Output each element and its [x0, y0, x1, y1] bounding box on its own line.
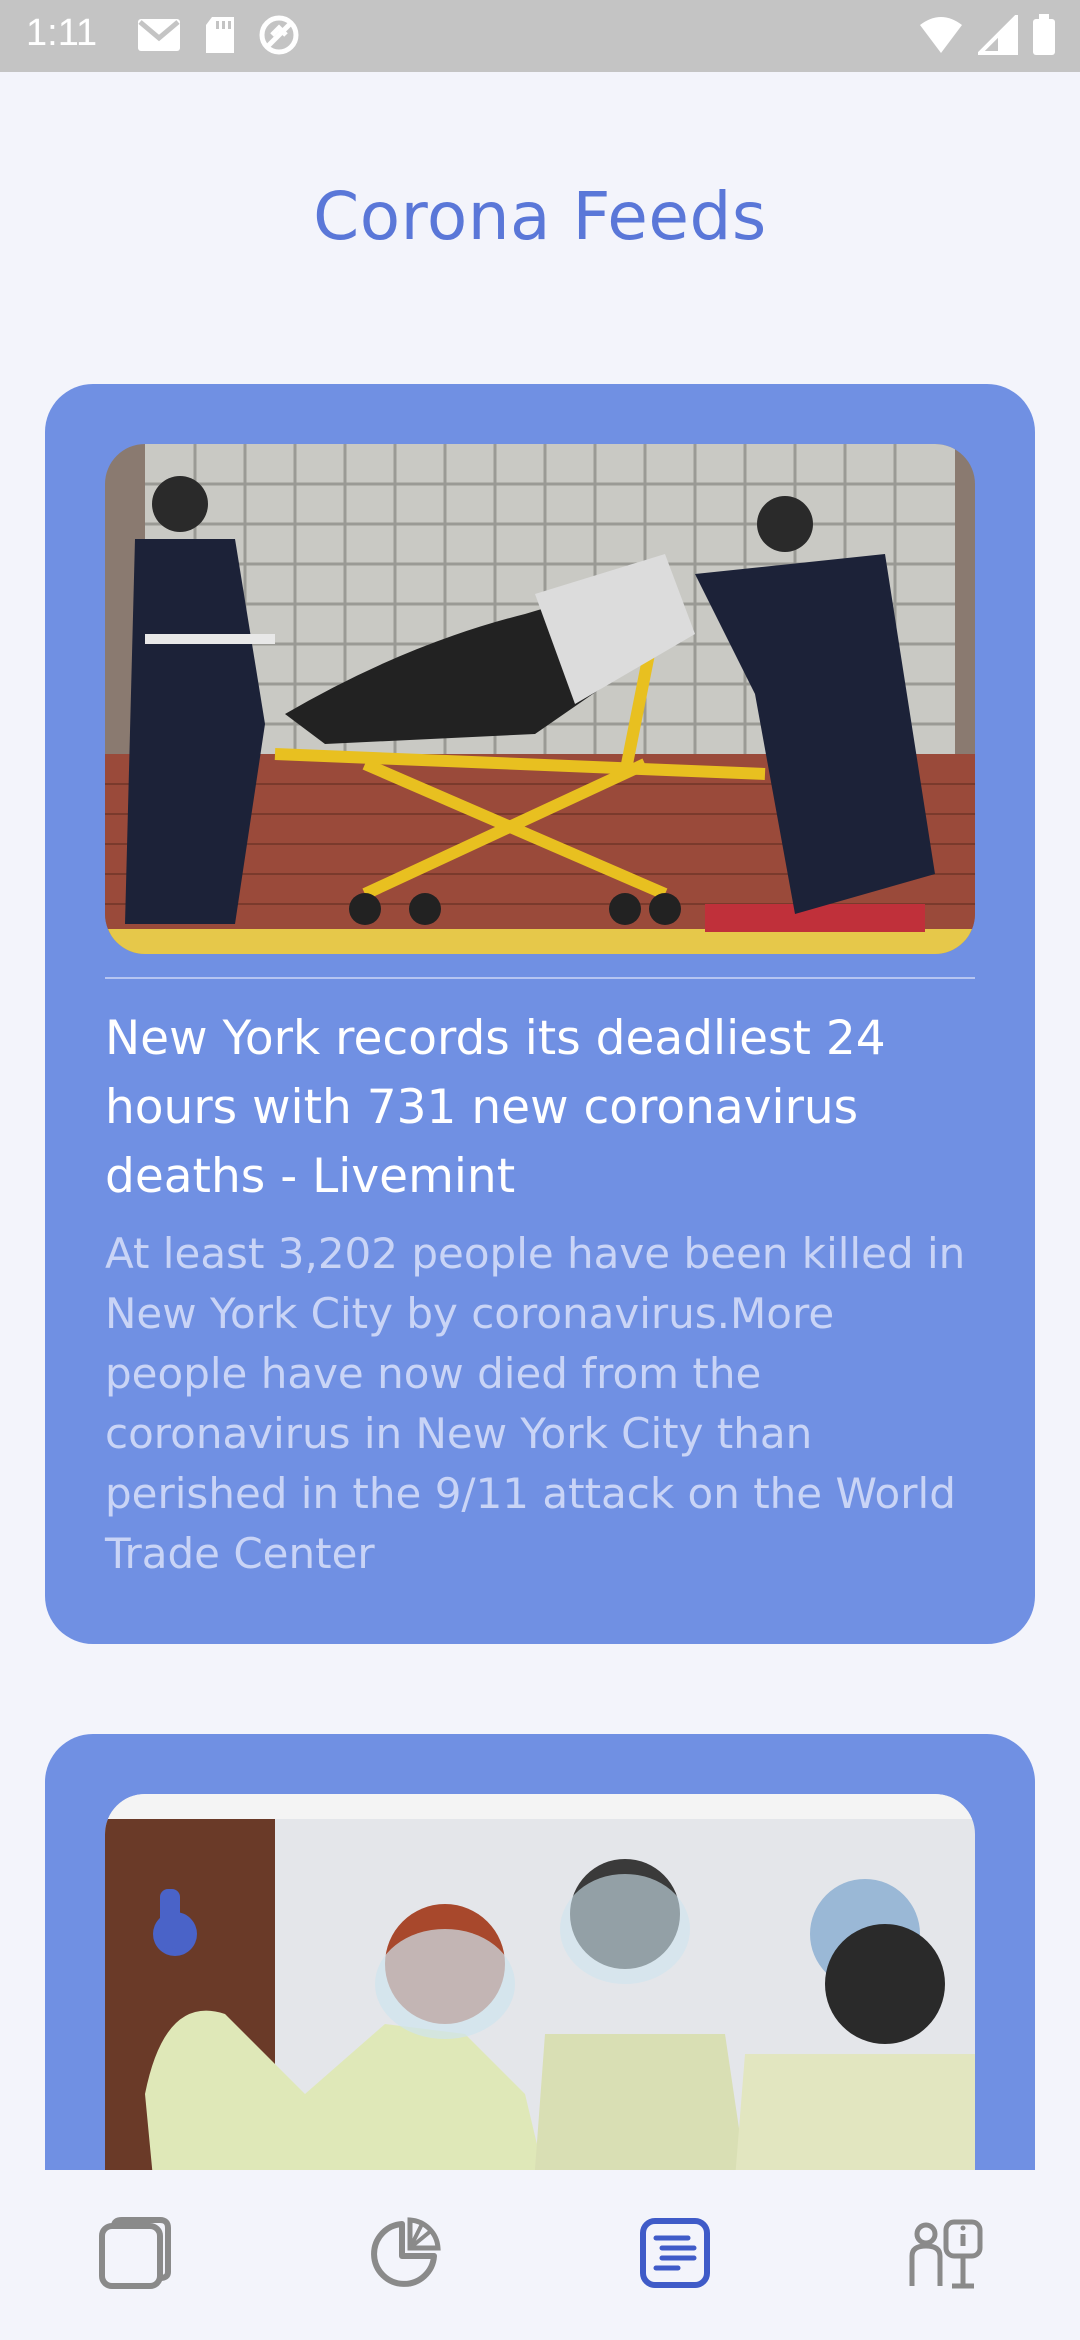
article-summary: At least 3,202 people have been killed i…: [105, 1229, 966, 1578]
news-feed[interactable]: New York records its deadliest 24 hours …: [45, 384, 1035, 2170]
battery-icon: [1032, 14, 1056, 56]
feed-list-icon: [638, 2216, 712, 2294]
pie-chart-icon: [368, 2216, 442, 2294]
article-image: [105, 1794, 975, 2170]
wifi-icon: [918, 15, 964, 55]
page-title: Corona Feeds: [313, 178, 767, 255]
nav-item-cards[interactable]: [75, 2195, 195, 2315]
nav-item-feeds[interactable]: [615, 2195, 735, 2315]
sd-card-icon: [204, 15, 236, 55]
person-info-icon: [906, 2216, 984, 2294]
gmail-icon: [136, 16, 182, 54]
card-divider: [105, 977, 975, 979]
news-card[interactable]: New York records its deadliest 24 hours …: [45, 384, 1035, 1644]
article-headline[interactable]: New York records its deadliest 24 hours …: [105, 1004, 985, 1211]
cards-icon: [98, 2216, 172, 2294]
status-time: 1:11: [26, 12, 98, 54]
news-card[interactable]: [45, 1734, 1035, 2170]
nav-item-info[interactable]: [885, 2195, 1005, 2315]
nav-item-stats[interactable]: [345, 2195, 465, 2315]
status-bar: 1:11: [0, 0, 1080, 72]
bottom-navigation: [0, 2170, 1080, 2340]
sync-icon: [258, 14, 300, 56]
signal-icon: [978, 15, 1018, 55]
article-image: [105, 444, 975, 954]
